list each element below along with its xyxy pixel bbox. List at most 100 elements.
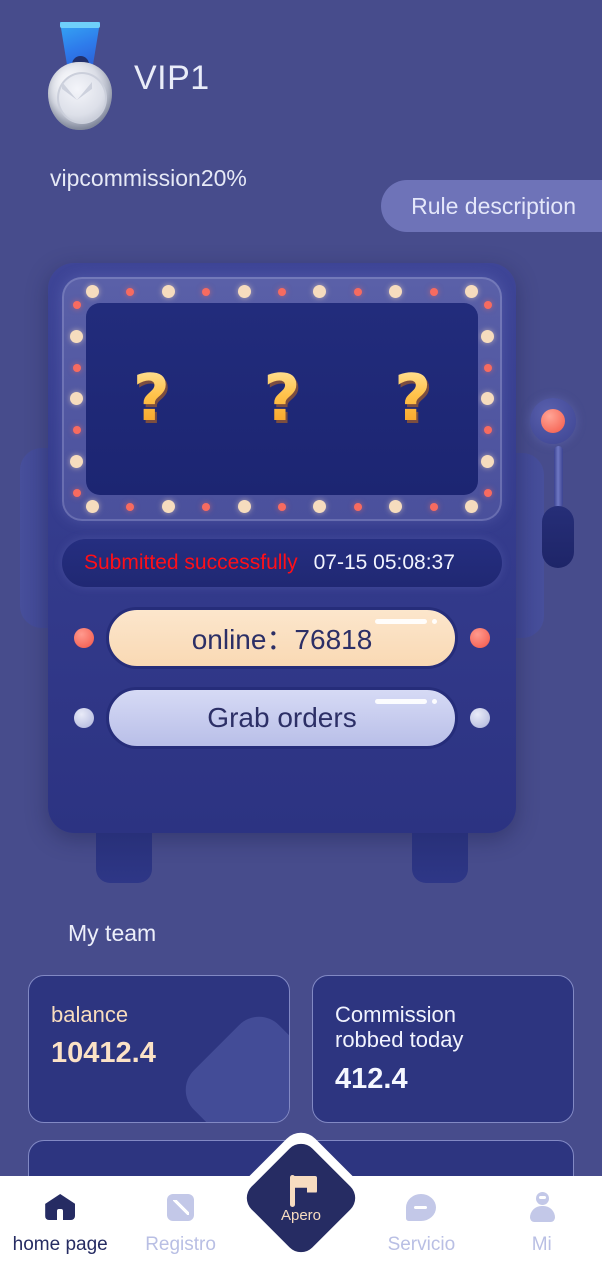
red-led-icon bbox=[458, 628, 502, 648]
marquee-dot bbox=[72, 301, 81, 309]
marquee-dot bbox=[481, 392, 494, 406]
vip-level-label: VIP1 bbox=[134, 58, 210, 97]
marquee-dot bbox=[86, 285, 99, 298]
slot-machine: ? ? ? Submitted successfully 07-15 05:08… bbox=[20, 263, 576, 889]
button-shine bbox=[375, 699, 427, 704]
online-button-label: online：76818 bbox=[191, 624, 373, 655]
machine-legs bbox=[48, 833, 516, 889]
reel-screen: ? ? ? bbox=[86, 303, 478, 495]
marquee-dot bbox=[481, 329, 494, 343]
marquee-dot bbox=[237, 500, 251, 513]
nav-label-home: home page bbox=[12, 1234, 108, 1255]
grab-orders-button[interactable]: Grab orders bbox=[106, 687, 458, 749]
commission-card-value: 412.4 bbox=[335, 1062, 408, 1095]
vip-commission-label: vipcommission20% bbox=[50, 165, 247, 191]
marquee-dot bbox=[483, 301, 492, 309]
marquee-dot bbox=[70, 392, 83, 406]
reel-symbol: ? bbox=[394, 362, 432, 436]
reel-symbol: ? bbox=[263, 362, 301, 436]
marquee-dot bbox=[464, 500, 478, 513]
marquee-dot bbox=[126, 502, 135, 511]
marquee-dot bbox=[481, 455, 494, 469]
grab-orders-label: Grab orders bbox=[207, 702, 357, 733]
marquee-dot bbox=[353, 287, 362, 296]
marquee-dot bbox=[126, 287, 135, 296]
marquee-dot bbox=[70, 455, 83, 469]
machine-body: ? ? ? Submitted successfully 07-15 05:08… bbox=[48, 263, 516, 833]
marquee-dot bbox=[313, 285, 327, 298]
marquee-dot bbox=[483, 488, 492, 497]
lever-shaft bbox=[553, 446, 563, 508]
marquee-dot bbox=[202, 502, 211, 511]
marquee-dots-left bbox=[70, 301, 83, 497]
lever-base bbox=[542, 506, 574, 568]
apero-content: Apero bbox=[249, 1146, 353, 1250]
marquee-dot bbox=[353, 502, 362, 511]
chat-icon bbox=[406, 1190, 437, 1224]
marquee-dot bbox=[70, 329, 83, 343]
lever-knob[interactable] bbox=[530, 398, 576, 444]
nav-item-mi[interactable]: Mi bbox=[487, 1190, 597, 1256]
status-bar: Submitted successfully 07-15 05:08:37 bbox=[62, 539, 502, 587]
status-timestamp: 07-15 05:08:37 bbox=[313, 551, 455, 574]
marquee-dot bbox=[389, 285, 403, 298]
marquee-dot bbox=[483, 426, 492, 435]
home-icon bbox=[45, 1190, 76, 1224]
marquee-dot bbox=[72, 426, 81, 435]
balance-card-value: 10412.4 bbox=[51, 1037, 156, 1070]
nav-label-apero: Apero bbox=[280, 1206, 322, 1224]
nav-item-apero[interactable]: Apero bbox=[227, 1124, 375, 1272]
medal-disc bbox=[48, 62, 112, 130]
vip-header: VIP1 bbox=[44, 22, 210, 134]
marquee-dot bbox=[429, 502, 438, 511]
red-led-icon bbox=[62, 628, 106, 648]
marquee-dot bbox=[464, 285, 478, 298]
nav-item-home[interactable]: home page bbox=[5, 1190, 115, 1256]
marquee-dots-bottom bbox=[86, 500, 478, 513]
marquee-dot bbox=[72, 488, 81, 497]
button-shine-dot bbox=[432, 699, 437, 704]
online-button[interactable]: online：76818 bbox=[106, 607, 458, 669]
marquee-dot bbox=[483, 363, 492, 372]
edit-icon bbox=[167, 1190, 195, 1224]
marquee-dot bbox=[277, 287, 286, 296]
machine-leg-right bbox=[412, 833, 468, 883]
button-shine-dot bbox=[432, 619, 437, 624]
marquee-dot bbox=[72, 363, 81, 372]
nav-label-mi: Mi bbox=[531, 1234, 552, 1255]
nav-label-registro: Registro bbox=[145, 1234, 216, 1255]
grab-orders-row: Grab orders bbox=[62, 687, 502, 749]
marquee-dots-top bbox=[86, 285, 478, 298]
commission-card-label: Commission robbed today bbox=[335, 1002, 464, 1053]
marquee-dots-right bbox=[481, 301, 494, 497]
commission-card[interactable]: Commission robbed today 412.4 bbox=[312, 975, 574, 1123]
medal-icon bbox=[44, 22, 116, 134]
flag-icon bbox=[284, 1173, 318, 1207]
medal-ribbon-top bbox=[60, 22, 100, 28]
marquee-dot bbox=[389, 500, 403, 513]
button-shine bbox=[375, 619, 427, 624]
nav-label-servicio: Servicio bbox=[387, 1234, 456, 1255]
balance-card[interactable]: balance 10412.4 bbox=[28, 975, 290, 1123]
marquee-dot bbox=[161, 285, 175, 298]
marquee-dot bbox=[161, 500, 175, 513]
rule-description-button[interactable]: Rule description bbox=[381, 180, 602, 232]
stat-cards: balance 10412.4 Commission robbed today … bbox=[28, 975, 574, 1123]
grey-led-icon bbox=[458, 708, 502, 728]
nav-item-registro[interactable]: Registro bbox=[126, 1190, 236, 1256]
marquee-dot bbox=[202, 287, 211, 296]
balance-card-label: balance bbox=[51, 1002, 129, 1027]
marquee-dot bbox=[429, 287, 438, 296]
machine-leg-left bbox=[96, 833, 152, 883]
status-message: Submitted successfully bbox=[84, 551, 298, 574]
reel-symbol: ? bbox=[132, 362, 170, 436]
nav-item-servicio[interactable]: Servicio bbox=[366, 1190, 476, 1256]
marquee-dot bbox=[86, 500, 99, 513]
marquee-dot bbox=[313, 500, 327, 513]
user-icon bbox=[528, 1190, 556, 1224]
online-button-row: online：76818 bbox=[62, 607, 502, 669]
grey-led-icon bbox=[62, 708, 106, 728]
lever-icon[interactable] bbox=[530, 398, 586, 568]
marquee-dot bbox=[277, 502, 286, 511]
my-team-title: My team bbox=[68, 920, 157, 946]
